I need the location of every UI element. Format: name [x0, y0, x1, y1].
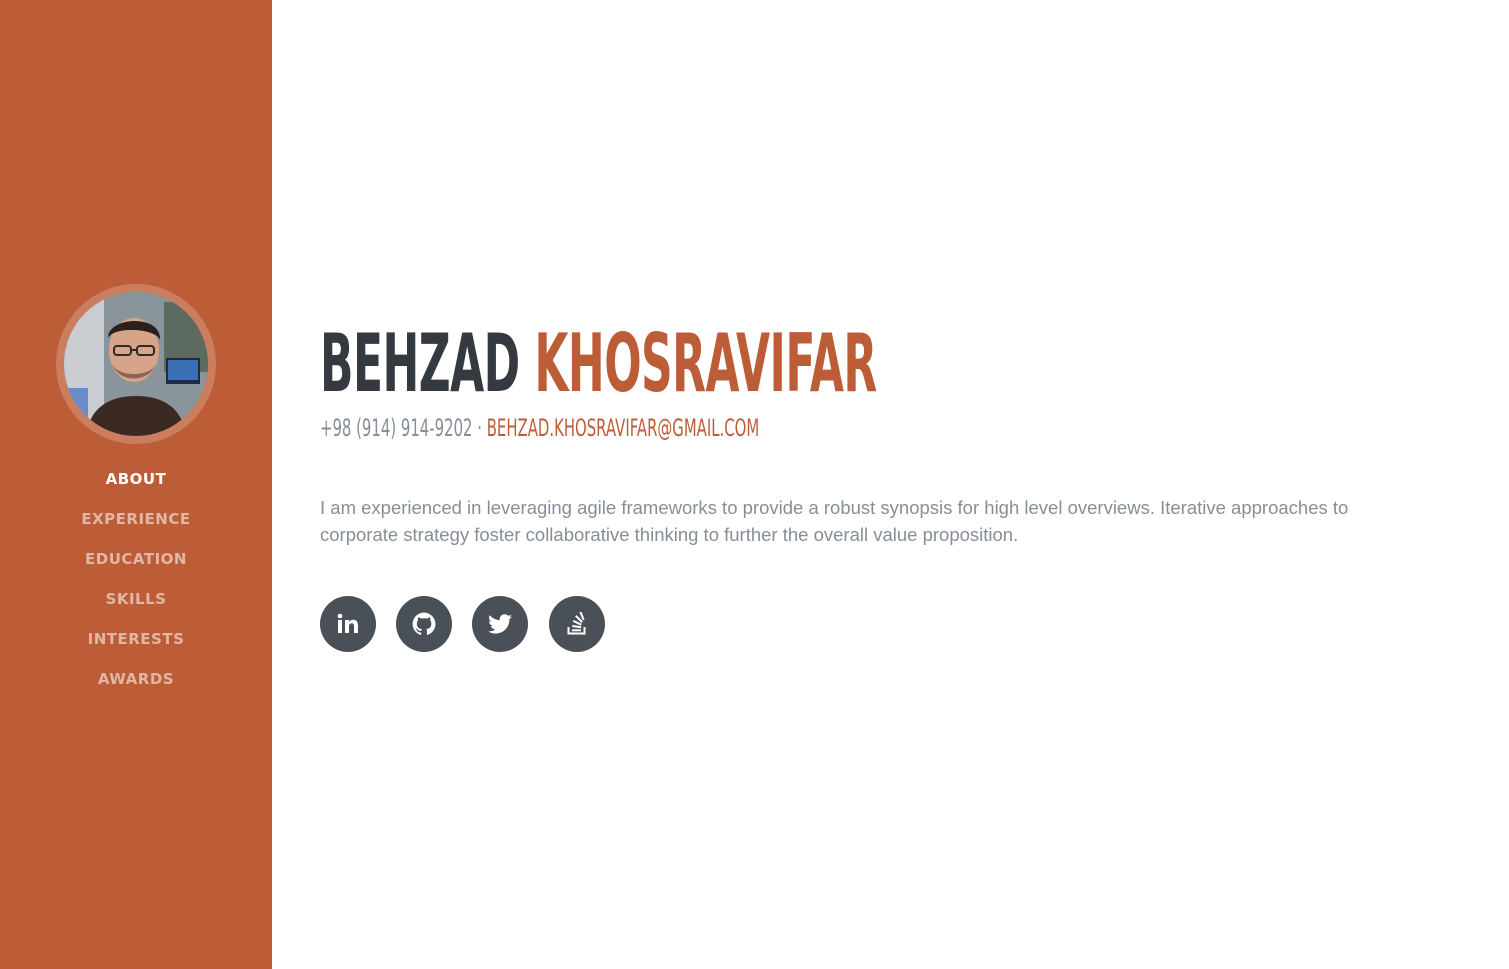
contact-line: +98 (914) 914-9202 · BEHZAD.KHOSRAVIFAR@…	[320, 413, 759, 443]
nav-item-experience: EXPERIENCE	[0, 506, 272, 546]
nav-link-awards[interactable]: AWARDS	[98, 670, 174, 688]
nav-link-skills[interactable]: SKILLS	[106, 590, 167, 608]
nav-link-experience[interactable]: EXPERIENCE	[81, 510, 190, 528]
summary-text: I am experienced in leveraging agile fra…	[320, 497, 1349, 545]
nav-link-education[interactable]: EDUCATION	[85, 550, 187, 568]
first-name: BEHZAD	[320, 317, 520, 410]
nav-item-awards: AWARDS	[0, 666, 272, 706]
avatar	[64, 292, 208, 436]
linkedin-icon	[337, 613, 358, 633]
nav-link-interests[interactable]: INTERESTS	[88, 630, 185, 648]
github-button[interactable]	[396, 596, 452, 652]
phone-number: +98 (914) 914-9202 ·	[320, 414, 482, 442]
stack-overflow-button[interactable]	[549, 596, 605, 652]
email-link[interactable]: BEHZAD.KHOSRAVIFAR@GMAIL.COM	[487, 414, 759, 442]
avatar-frame[interactable]	[56, 284, 216, 444]
sidebar-nav: ABOUT EXPERIENCE EDUCATION SKILLS INTERE…	[0, 466, 272, 706]
linkedin-button[interactable]	[320, 596, 376, 652]
avatar-photo	[64, 292, 208, 436]
nav-item-education: EDUCATION	[0, 546, 272, 586]
twitter-button[interactable]	[472, 596, 528, 652]
nav-link-about[interactable]: ABOUT	[106, 470, 167, 488]
sidebar: ABOUT EXPERIENCE EDUCATION SKILLS INTERE…	[0, 0, 272, 969]
page-title: BEHZAD KHOSRAVIFAR	[320, 316, 877, 412]
nav-item-about: ABOUT	[0, 466, 272, 506]
social-links	[320, 596, 625, 652]
nav-item-skills: SKILLS	[0, 586, 272, 626]
twitter-icon	[488, 614, 512, 634]
stack-overflow-icon	[567, 612, 586, 635]
last-name: KHOSRAVIFAR	[534, 317, 877, 410]
github-icon	[412, 612, 436, 635]
nav-item-interests: INTERESTS	[0, 626, 272, 666]
